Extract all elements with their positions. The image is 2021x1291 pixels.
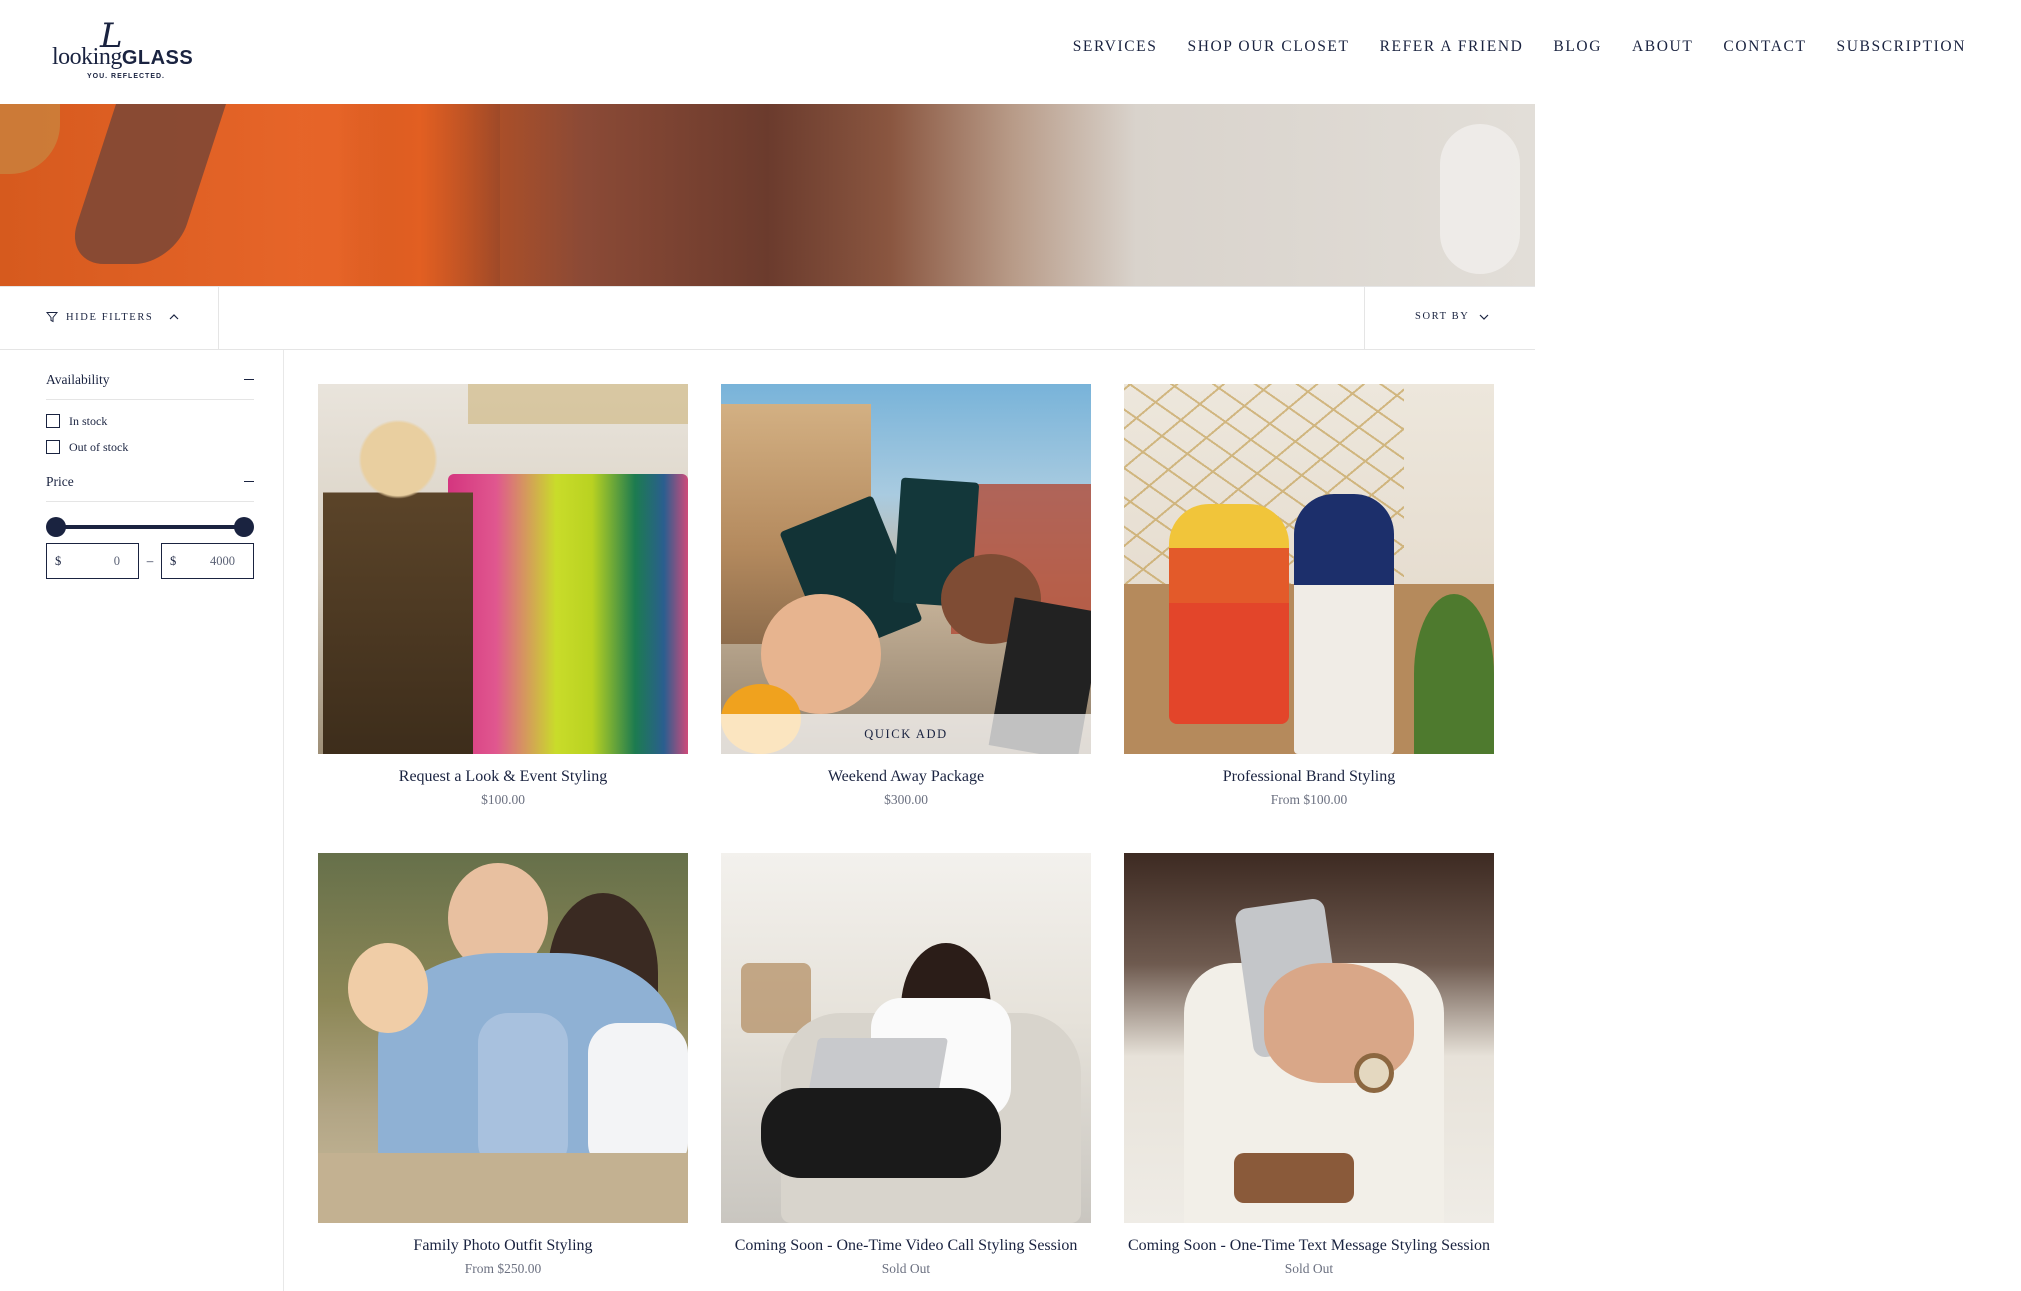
product-title[interactable]: Family Photo Outfit Styling	[318, 1235, 688, 1257]
price-range-inputs: $ 0 – $ 4000	[46, 543, 254, 579]
filter-sidebar: Availability In stock Out of stock Price…	[0, 350, 284, 1291]
nav-shop-our-closet[interactable]: SHOP OUR CLOSET	[1187, 38, 1349, 56]
product-title[interactable]: Weekend Away Package	[721, 766, 1091, 788]
collapse-icon	[244, 481, 254, 482]
collection-toolbar: HIDE FILTERS SORT BY	[0, 286, 1535, 350]
site-header: L lookingGLASS YOU. REFLECTED. SERVICES …	[0, 0, 2021, 104]
nav-contact[interactable]: CONTACT	[1723, 38, 1806, 56]
product-price: $300.00	[884, 792, 928, 807]
product-title[interactable]: Coming Soon - One-Time Video Call Stylin…	[721, 1235, 1091, 1257]
product-image[interactable]	[318, 853, 688, 1223]
product-title[interactable]: Request a Look & Event Styling	[318, 766, 688, 788]
product-card[interactable]: Family Photo Outfit Styling From $250.00	[318, 853, 688, 1277]
nav-blog[interactable]: BLOG	[1553, 38, 1602, 56]
price-filter-title: Price	[46, 473, 74, 489]
availability-filter-title: Availability	[46, 371, 110, 387]
sort-by-dropdown[interactable]: SORT BY	[1415, 311, 1489, 322]
site-logo[interactable]: L lookingGLASS YOU. REFLECTED.	[50, 16, 193, 86]
hide-filters-label: HIDE FILTERS	[66, 311, 154, 323]
checkbox[interactable]	[46, 414, 60, 428]
product-image[interactable]	[318, 384, 688, 754]
product-card[interactable]: QUICK ADD Weekend Away Package $300.00	[721, 384, 1091, 808]
price-range-slider[interactable]	[46, 515, 254, 539]
price-max-input[interactable]: $ 4000	[161, 543, 254, 579]
filter-option-in-stock[interactable]: In stock	[46, 408, 254, 434]
collapse-icon	[244, 379, 254, 380]
nav-refer-a-friend[interactable]: REFER A FRIEND	[1380, 38, 1524, 56]
product-price: From $100.00	[1270, 792, 1348, 807]
product-card[interactable]: Professional Brand Styling From $100.00	[1124, 384, 1494, 808]
logo-wordmark: lookingGLASS	[52, 44, 194, 70]
quick-add-button[interactable]: QUICK ADD	[721, 714, 1091, 754]
filter-option-out-of-stock[interactable]: Out of stock	[46, 434, 254, 460]
product-price: $100.00	[481, 792, 525, 807]
nav-services[interactable]: SERVICES	[1073, 38, 1158, 56]
checkbox[interactable]	[46, 440, 60, 454]
product-image[interactable]	[1124, 384, 1494, 754]
product-image[interactable]	[721, 853, 1091, 1223]
collection-hero-image	[0, 104, 1535, 286]
nav-about[interactable]: ABOUT	[1632, 38, 1693, 56]
product-image[interactable]: QUICK ADD	[721, 384, 1091, 754]
product-title[interactable]: Professional Brand Styling	[1124, 766, 1494, 788]
product-price: Sold Out	[1284, 1261, 1334, 1276]
price-filter-header[interactable]: Price	[46, 462, 254, 502]
hide-filters-button[interactable]: HIDE FILTERS	[46, 311, 179, 323]
slider-max-handle[interactable]	[234, 517, 254, 537]
main-nav: SERVICES SHOP OUR CLOSET REFER A FRIEND …	[1043, 38, 1966, 56]
product-card[interactable]: Request a Look & Event Styling $100.00	[318, 384, 688, 808]
availability-filter-header[interactable]: Availability	[46, 360, 254, 400]
logo-tagline: YOU. REFLECTED.	[87, 73, 166, 80]
price-separator: –	[146, 553, 154, 568]
price-min-input[interactable]: $ 0	[46, 543, 139, 579]
chevron-up-icon	[169, 314, 179, 320]
slider-min-handle[interactable]	[46, 517, 66, 537]
availability-filter: Availability In stock Out of stock	[46, 360, 254, 460]
price-filter: Price	[46, 462, 254, 502]
nav-subscription[interactable]: SUBSCRIPTION	[1837, 38, 1966, 56]
product-price: From $250.00	[464, 1261, 542, 1276]
sort-by-label: SORT BY	[1415, 311, 1470, 322]
product-card[interactable]: Coming Soon - One-Time Text Message Styl…	[1124, 853, 1494, 1277]
product-image[interactable]	[1124, 853, 1494, 1223]
product-card[interactable]: Coming Soon - One-Time Video Call Stylin…	[721, 853, 1091, 1277]
chevron-down-icon	[1480, 314, 1489, 320]
filter-icon	[46, 312, 58, 323]
product-price: Sold Out	[881, 1261, 931, 1276]
product-title[interactable]: Coming Soon - One-Time Text Message Styl…	[1124, 1235, 1494, 1257]
slider-track	[56, 525, 244, 529]
